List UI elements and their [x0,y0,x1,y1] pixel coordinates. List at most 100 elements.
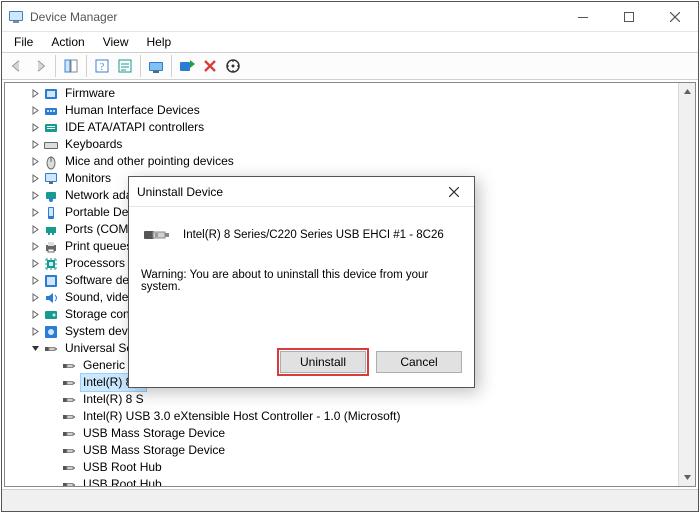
toolbar: ? [2,52,698,80]
titlebar: Device Manager [2,2,698,32]
tree-item[interactable]: Mice and other pointing devices [5,153,678,170]
scroll-down-icon[interactable] [679,469,695,486]
firmware-icon [43,86,59,102]
chevron-right-icon[interactable] [29,88,41,100]
menu-file[interactable]: File [6,33,41,51]
tree-item-label: Human Interface Devices [63,102,202,119]
nav-forward-button[interactable] [29,55,51,77]
usb-icon [61,443,77,459]
dialog-close-button[interactable] [434,177,474,207]
minimize-button[interactable] [560,2,606,32]
chevron-right-icon[interactable] [29,241,41,253]
maximize-button[interactable] [606,2,652,32]
tree-item[interactable]: Firmware [5,85,678,102]
tree-item[interactable]: Intel(R) 8 S [5,391,678,408]
tree-item[interactable]: USB Root Hub [5,476,678,486]
usb-icon [61,358,77,374]
soft-icon [43,273,59,289]
tree-item[interactable]: USB Root Hub [5,459,678,476]
help-button[interactable]: ? [91,55,113,77]
chevron-right-icon[interactable] [29,190,41,202]
sound-icon [43,290,59,306]
status-bar [2,489,698,511]
chevron-down-icon[interactable] [29,343,41,355]
show-hide-tree-button[interactable] [60,55,82,77]
update-driver-button[interactable] [145,55,167,77]
actions-button[interactable] [114,55,136,77]
scan-hardware-button[interactable] [222,55,244,77]
nav-back-button[interactable] [6,55,28,77]
uninstall-device-button[interactable] [199,55,221,77]
cpu-icon [43,256,59,272]
tree-item-label: Processors [63,255,127,272]
tree-item-label: Print queues [63,238,134,255]
tree-item[interactable]: Keyboards [5,136,678,153]
chevron-right-icon[interactable] [29,105,41,117]
dialog-title: Uninstall Device [137,185,434,199]
toolbar-separator [86,55,87,77]
tree-item[interactable]: Human Interface Devices [5,102,678,119]
usb-icon [43,341,59,357]
svg-text:?: ? [100,62,105,73]
dialog-titlebar: Uninstall Device [129,177,474,207]
enable-device-button[interactable] [176,55,198,77]
chevron-right-icon[interactable] [29,326,41,338]
toolbar-separator [55,55,56,77]
tree-item[interactable]: Intel(R) USB 3.0 eXtensible Host Control… [5,408,678,425]
tree-item[interactable]: USB Mass Storage Device [5,425,678,442]
tree-item[interactable]: USB Mass Storage Device [5,442,678,459]
expander-spacer [47,462,59,474]
menu-action[interactable]: Action [43,33,92,51]
storage-icon [43,307,59,323]
usb-icon [61,375,77,391]
dialog-warning-text: Warning: You are about to uninstall this… [141,269,462,293]
expander-spacer [47,445,59,457]
cancel-button[interactable]: Cancel [376,351,462,373]
chevron-right-icon[interactable] [29,139,41,151]
chevron-right-icon[interactable] [29,156,41,168]
tree-item-label: Firmware [63,85,117,102]
chevron-right-icon[interactable] [29,309,41,321]
expander-spacer [47,479,59,487]
chevron-right-icon[interactable] [29,207,41,219]
vertical-scrollbar[interactable] [678,83,695,486]
menu-view[interactable]: View [95,33,137,51]
usb-plug-icon [141,219,173,251]
system-icon [43,324,59,340]
tree-item[interactable]: IDE ATA/ATAPI controllers [5,119,678,136]
chevron-right-icon[interactable] [29,292,41,304]
dialog-buttons: Uninstall Cancel [129,351,474,387]
tree-item-label: Sound, video [63,289,137,306]
menu-help[interactable]: Help [139,33,180,51]
tree-item-label: Monitors [63,170,113,187]
toolbar-separator [140,55,141,77]
usb-icon [61,409,77,425]
uninstall-button[interactable]: Uninstall [280,351,366,373]
monitor-icon [43,171,59,187]
tree-item-label: IDE ATA/ATAPI controllers [63,119,206,136]
menubar: File Action View Help [2,32,698,52]
toolbar-separator [171,55,172,77]
expander-spacer [47,377,59,389]
expander-spacer [47,394,59,406]
chevron-right-icon[interactable] [29,122,41,134]
chevron-right-icon[interactable] [29,258,41,270]
expander-spacer [47,428,59,440]
ports-icon [43,222,59,238]
tree-item-label: USB Root Hub [81,459,164,476]
ide-icon [43,120,59,136]
chevron-right-icon[interactable] [29,173,41,185]
usb-icon [61,477,77,487]
usb-icon [61,392,77,408]
scroll-up-icon[interactable] [679,83,695,100]
close-button[interactable] [652,2,698,32]
uninstall-device-dialog: Uninstall Device Intel(R) 8 Series/C220 … [128,176,475,388]
window-title: Device Manager [30,10,560,24]
print-icon [43,239,59,255]
chevron-right-icon[interactable] [29,224,41,236]
tree-item-label: Intel(R) 8 S [81,391,146,408]
usb-icon [61,460,77,476]
chevron-right-icon[interactable] [29,275,41,287]
tree-item-label: USB Mass Storage Device [81,442,227,459]
keyboard-icon [43,137,59,153]
